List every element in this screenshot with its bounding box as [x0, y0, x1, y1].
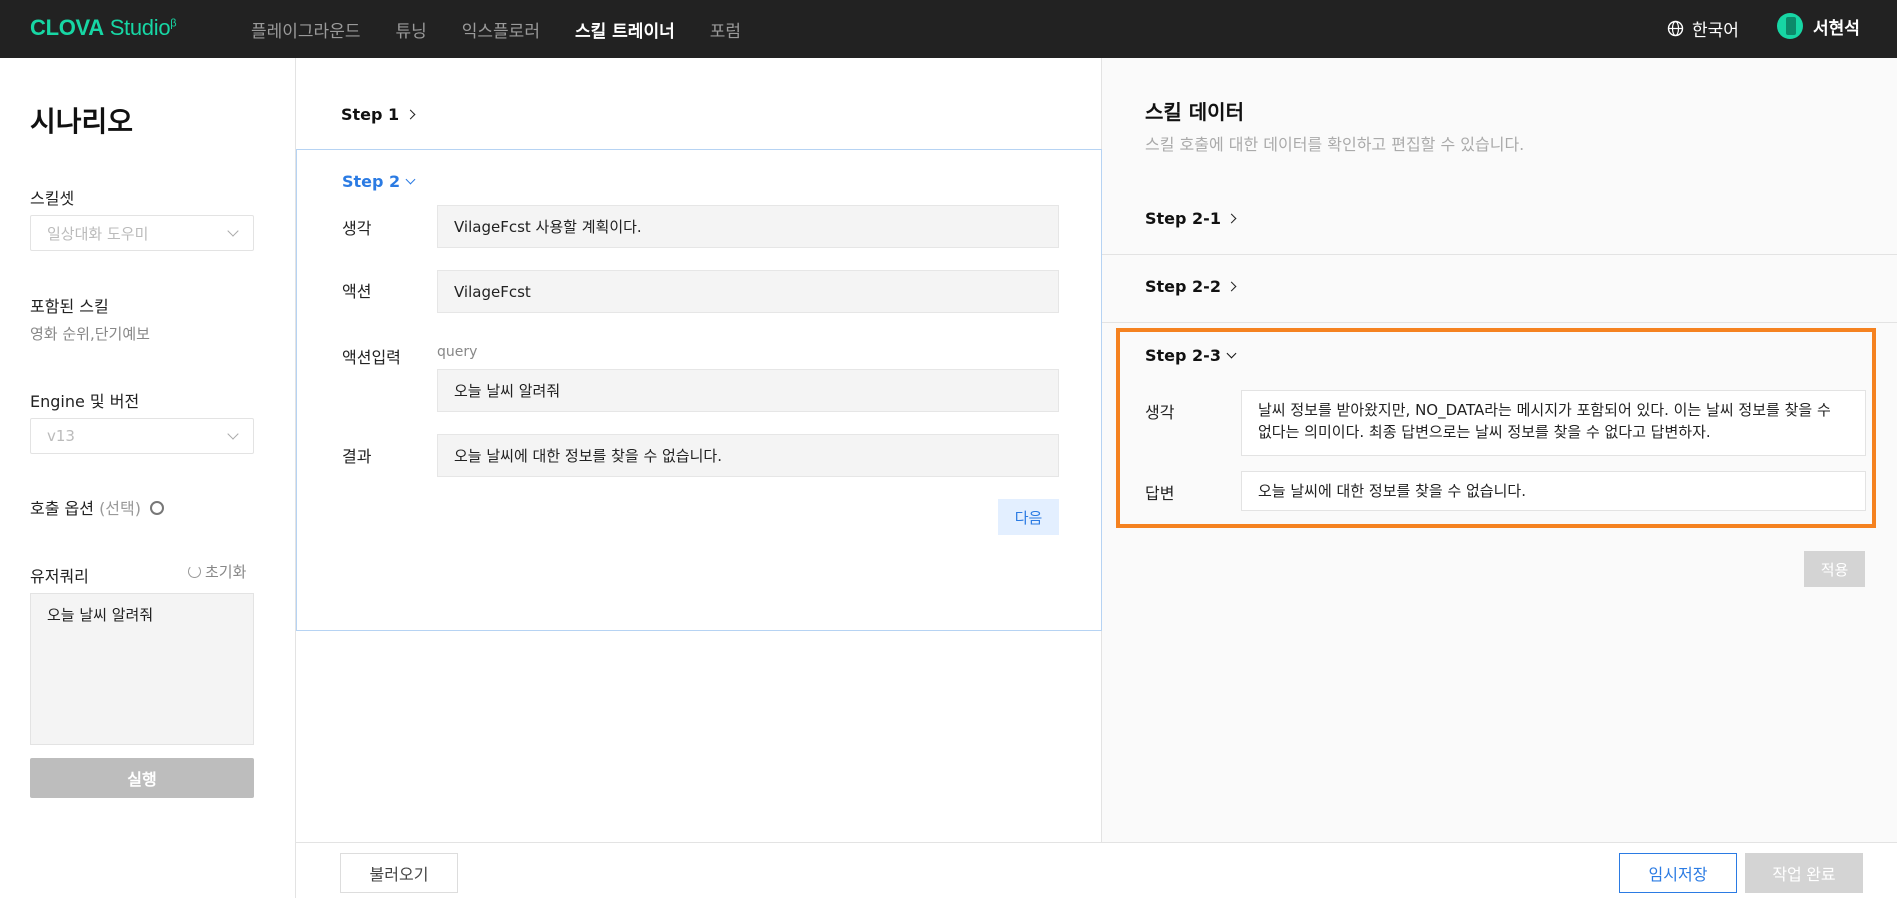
refresh-icon: [188, 565, 201, 578]
gear-icon[interactable]: [150, 501, 165, 515]
run-button[interactable]: 실행: [30, 758, 254, 798]
step-2-toggle[interactable]: Step 2: [342, 172, 416, 191]
step-2-panel: Step 2 생각 VilageFcst 사용할 계획이다. 액션 Vilage…: [296, 149, 1102, 631]
skill-data-panel: 스킬 데이터 스킬 호출에 대한 데이터를 확인하고 편집할 수 있습니다. S…: [1102, 58, 1897, 842]
load-button[interactable]: 불러오기: [340, 853, 458, 893]
apply-button[interactable]: 적용: [1804, 551, 1865, 587]
save-draft-button[interactable]: 임시저장: [1619, 853, 1737, 893]
nav-skill-trainer[interactable]: 스킬 트레이너: [575, 17, 675, 42]
thought-field[interactable]: VilageFcst 사용할 계획이다.: [437, 205, 1059, 248]
chevron-right-icon: [1226, 281, 1237, 292]
skill-thought-label: 생각: [1145, 403, 1175, 422]
action-field[interactable]: VilageFcst: [437, 270, 1059, 313]
next-button[interactable]: 다음: [998, 499, 1059, 535]
step-2-label: Step 2: [342, 172, 401, 191]
step-2-2-toggle[interactable]: Step 2-2: [1145, 277, 1237, 296]
user-query-input[interactable]: 오늘 날씨 알려줘: [30, 593, 254, 745]
skillset-value: 일상대화 도우미: [47, 224, 149, 243]
chevron-down-icon: [227, 225, 239, 237]
chevron-down-icon: [405, 174, 416, 185]
skill-answer-field[interactable]: 오늘 날씨에 대한 정보를 찾을 수 없습니다.: [1241, 471, 1866, 511]
page-title: 시나리오: [30, 105, 134, 138]
nav-explorer[interactable]: 익스플로러: [462, 17, 540, 42]
engine-select[interactable]: v13: [30, 418, 254, 454]
logo-product: Studio: [109, 15, 171, 40]
language-selector[interactable]: 한국어: [1667, 16, 1739, 41]
step-2-1-label: Step 2-1: [1145, 209, 1221, 228]
nav-playground[interactable]: 플레이그라운드: [251, 17, 360, 42]
complete-button[interactable]: 작업 완료: [1745, 853, 1863, 893]
action-input-field[interactable]: 오늘 날씨 알려줘: [437, 369, 1059, 412]
skillset-select[interactable]: 일상대화 도우미: [30, 215, 254, 251]
action-input-label: 액션입력: [342, 348, 401, 367]
nav-tuning[interactable]: 튜닝: [395, 17, 426, 42]
chevron-down-icon: [227, 428, 239, 440]
engine-label: Engine 및 버전: [30, 392, 140, 411]
chevron-down-icon: [1226, 348, 1237, 359]
logo-brand: CLOVA: [30, 15, 104, 40]
included-skills-value: 영화 순위,단기예보: [30, 325, 150, 343]
skill-answer-label: 답변: [1145, 484, 1175, 503]
step-1-toggle[interactable]: Step 1: [341, 105, 416, 124]
thought-label: 생각: [342, 219, 372, 238]
divider: [1102, 254, 1897, 255]
result-field[interactable]: 오늘 날씨에 대한 정보를 찾을 수 없습니다.: [437, 434, 1059, 477]
avatar: [1777, 13, 1803, 39]
user-query-label: 유저쿼리: [30, 567, 89, 586]
language-label: 한국어: [1692, 21, 1739, 41]
chevron-right-icon: [1226, 213, 1237, 224]
call-options-label: 호출 옵션: [30, 499, 94, 518]
result-label: 결과: [342, 447, 372, 466]
nav-forum[interactable]: 포럼: [710, 17, 741, 42]
top-nav-bar: CLOVA Studioβ 플레이그라운드 튜닝 익스플로러 스킬 트레이너 포…: [0, 0, 1897, 58]
step-2-3-label: Step 2-3: [1145, 346, 1221, 365]
main-nav: 플레이그라운드 튜닝 익스플로러 스킬 트레이너 포럼: [251, 0, 776, 58]
step-2-2-label: Step 2-2: [1145, 277, 1221, 296]
step-2-3-toggle[interactable]: Step 2-3: [1145, 346, 1237, 365]
call-options[interactable]: 호출 옵션 (선택): [30, 495, 165, 519]
globe-icon: [1667, 20, 1684, 37]
engine-value: v13: [47, 427, 75, 445]
logo-beta: β: [170, 17, 177, 30]
user-menu[interactable]: 서현석: [1777, 13, 1860, 39]
included-skills-label: 포함된 스킬: [30, 297, 109, 316]
skill-data-description: 스킬 호출에 대한 데이터를 확인하고 편집할 수 있습니다.: [1145, 135, 1525, 154]
reset-label: 초기화: [205, 563, 247, 581]
user-name: 서현석: [1813, 18, 1860, 39]
skill-thought-field[interactable]: 날씨 정보를 받아왔지만, NO_DATA라는 메시지가 포함되어 있다. 이는…: [1241, 390, 1866, 456]
action-label: 액션: [342, 282, 372, 301]
scenario-sidebar: 시나리오 스킬셋 일상대화 도우미 포함된 스킬 영화 순위,단기예보 Engi…: [0, 58, 296, 898]
reset-button[interactable]: 초기화: [188, 561, 246, 582]
footer-bar: 불러오기 임시저장 작업 완료: [296, 842, 1897, 898]
steps-panel: Step 1 Step 2 생각 VilageFcst 사용할 계획이다. 액션…: [296, 58, 1102, 842]
chevron-right-icon: [405, 109, 416, 120]
skillset-label: 스킬셋: [30, 189, 75, 208]
action-input-key: query: [437, 344, 478, 360]
divider: [1102, 322, 1897, 323]
step-2-1-toggle[interactable]: Step 2-1: [1145, 209, 1237, 228]
skill-data-title: 스킬 데이터: [1145, 100, 1244, 124]
clova-studio-logo[interactable]: CLOVA Studioβ: [30, 15, 177, 41]
call-options-note: (선택): [99, 499, 141, 518]
step-1-label: Step 1: [341, 105, 400, 124]
